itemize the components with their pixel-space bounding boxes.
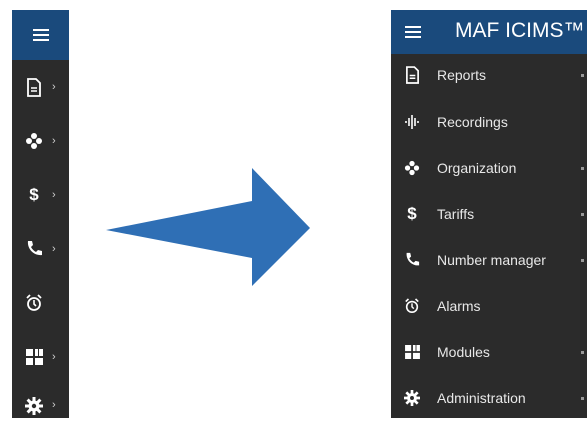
collapsed-item-alarms[interactable]: [12, 285, 69, 321]
collapsed-item-administration[interactable]: ›: [12, 393, 69, 418]
sidebar-item-label: Number manager: [437, 252, 546, 268]
chevron-right-icon: ›: [52, 350, 56, 363]
alarm-clock-icon: [24, 293, 44, 313]
item-marker: [581, 351, 584, 354]
sidebar-item-alarms[interactable]: Alarms: [391, 288, 587, 324]
sidebar-item-organization[interactable]: Organization: [391, 150, 587, 186]
sidebar-item-label: Administration: [437, 390, 526, 406]
item-marker: [581, 74, 584, 77]
organization-icon: [24, 131, 44, 151]
sidebar-item-modules[interactable]: Modules: [391, 334, 587, 370]
expanded-sidebar-header: MAF ICIMS™: [391, 10, 587, 54]
chevron-right-icon: ›: [52, 134, 56, 147]
sidebar-item-label: Organization: [437, 160, 517, 176]
audio-wave-icon: [402, 112, 422, 132]
collapsed-sidebar: › › $ › › › ›: [12, 10, 69, 418]
item-marker: [581, 397, 584, 400]
chevron-right-icon: ›: [52, 242, 56, 255]
collapsed-item-number-manager[interactable]: ›: [12, 231, 69, 267]
organization-icon: [402, 158, 422, 178]
gear-icon: [402, 388, 422, 408]
sidebar-item-label: Modules: [437, 344, 490, 360]
modules-icon: [402, 342, 422, 362]
sidebar-item-number-manager[interactable]: Number manager: [391, 242, 587, 278]
dollar-icon: $: [29, 185, 39, 204]
item-marker: [581, 259, 584, 262]
gear-icon: [24, 396, 44, 416]
item-marker: [581, 167, 584, 170]
hamburger-icon[interactable]: [32, 26, 49, 44]
phone-icon: [402, 250, 422, 270]
chevron-right-icon: ›: [52, 399, 56, 411]
chevron-right-icon: ›: [52, 188, 56, 201]
document-icon: [24, 77, 44, 97]
phone-icon: [24, 239, 44, 259]
alarm-clock-icon: [402, 296, 422, 316]
sidebar-item-recordings[interactable]: Recordings: [391, 104, 587, 140]
collapsed-item-reports[interactable]: ›: [12, 69, 69, 105]
right-arrow-icon: [106, 168, 310, 286]
collapsed-item-tariffs[interactable]: $ ›: [12, 177, 69, 213]
collapsed-item-modules[interactable]: ›: [12, 339, 69, 375]
sidebar-item-label: Reports: [437, 67, 487, 83]
sidebar-item-label: Tariffs: [437, 206, 475, 222]
sidebar-item-administration[interactable]: Administration: [391, 380, 587, 416]
collapsed-item-organization[interactable]: ›: [12, 123, 69, 159]
sidebar-item-tariffs[interactable]: $ Tariffs: [391, 196, 587, 232]
dollar-icon: $: [407, 204, 417, 223]
document-icon: [402, 65, 422, 85]
chevron-right-icon: ›: [52, 80, 56, 93]
hamburger-icon[interactable]: [405, 23, 421, 41]
sidebar-item-label: Recordings: [437, 114, 508, 130]
modules-icon: [24, 347, 44, 367]
item-marker: [581, 213, 584, 216]
sidebar-item-label: Alarms: [437, 298, 481, 314]
collapsed-sidebar-header: [12, 10, 69, 60]
app-title: MAF ICIMS™: [455, 19, 585, 42]
expanded-sidebar: MAF ICIMS™ Reports Recordings Organizati…: [391, 10, 587, 418]
sidebar-item-reports[interactable]: Reports: [391, 57, 587, 93]
